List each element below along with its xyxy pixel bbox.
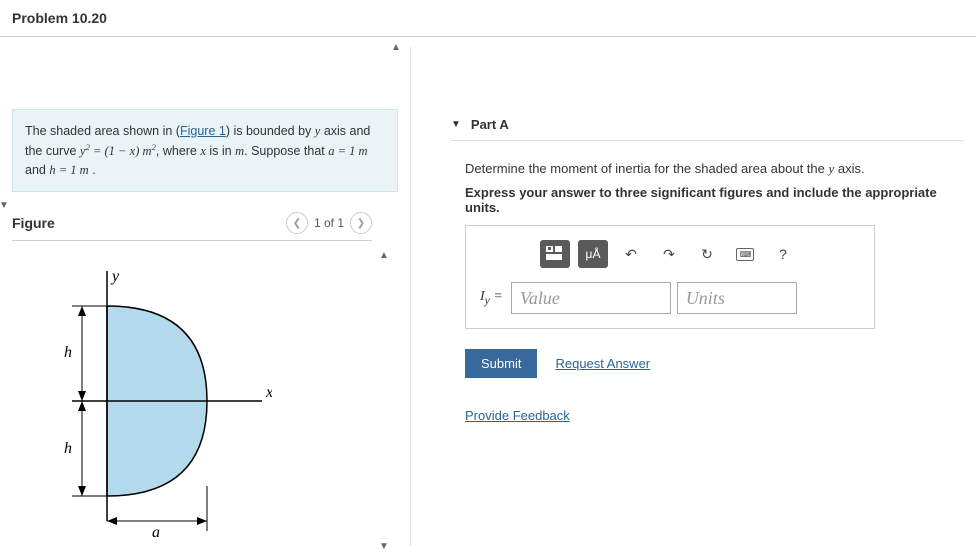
figure-pager: 1 of 1 <box>314 216 344 230</box>
keyboard-button[interactable]: ⌨ <box>730 240 760 268</box>
figure-header: Figure ❮ 1 of 1 ❯ <box>12 212 372 241</box>
figure-link[interactable]: Figure 1 <box>180 124 226 138</box>
answer-panel: μÅ ↶ ↷ ↻ ⌨ ? Iy = Value Units <box>465 225 875 329</box>
text: is in <box>206 144 235 158</box>
units-button[interactable]: μÅ <box>578 240 608 268</box>
dim-h-upper: h <box>64 344 72 361</box>
reset-button[interactable]: ↻ <box>692 240 722 268</box>
figure-scroll-up-icon[interactable]: ▲ <box>376 247 392 263</box>
unit: m <box>235 144 244 158</box>
answer-toolbar: μÅ ↶ ↷ ↻ ⌨ ? <box>480 240 860 268</box>
instruction-2: Express your answer to three significant… <box>465 185 964 215</box>
text: . <box>89 163 96 177</box>
help-button[interactable]: ? <box>768 240 798 268</box>
provide-feedback-link[interactable]: Provide Feedback <box>465 408 570 423</box>
figure-label: Figure <box>12 215 55 231</box>
right-column: ▼ ▼ Part A Determine the moment of inert… <box>411 37 976 556</box>
feedback-row: Provide Feedback <box>465 408 964 423</box>
value-input[interactable]: Value <box>511 282 671 314</box>
instruction-1: Determine the moment of inertia for the … <box>465 161 964 177</box>
text: and <box>25 163 49 177</box>
units-input[interactable]: Units <box>677 282 797 314</box>
problem-statement: The shaded area shown in (Figure 1) is b… <box>12 109 398 192</box>
figure-diagram: y x h h a <box>12 261 398 544</box>
text: ) is bounded by <box>226 124 315 138</box>
figure-nav: ❮ 1 of 1 ❯ <box>286 212 372 234</box>
axis-y-label: y <box>110 268 120 285</box>
part-a-body: Determine the moment of inertia for the … <box>451 141 964 423</box>
redo-button[interactable]: ↷ <box>654 240 684 268</box>
axis-x-label: x <box>265 384 272 401</box>
dim-a: a <box>152 524 160 541</box>
input-row: Iy = Value Units <box>480 282 860 314</box>
cond-h: h = 1 m <box>49 163 88 177</box>
collapse-icon[interactable]: ▼ <box>451 119 461 130</box>
problem-header: Problem 10.20 <box>0 0 976 37</box>
part-a-header[interactable]: ▼ Part A <box>451 109 964 141</box>
diagram-svg: y x h h a <box>12 261 272 541</box>
figure-scroll-down-icon[interactable]: ▼ <box>376 538 392 554</box>
equation: y2 = (1 − x) m2 <box>80 144 156 158</box>
prev-figure-button[interactable]: ❮ <box>286 212 308 234</box>
part-a-label: Part A <box>471 117 509 132</box>
text: The shaded area shown in ( <box>25 124 180 138</box>
variable-label: Iy = <box>480 289 505 307</box>
cond-a: a = 1 m <box>328 144 367 158</box>
next-figure-button[interactable]: ❯ <box>350 212 372 234</box>
scroll-up-icon[interactable]: ▲ <box>388 39 404 55</box>
text: . Suppose that <box>244 144 328 158</box>
submit-button[interactable]: Submit <box>465 349 537 378</box>
undo-button[interactable]: ↶ <box>616 240 646 268</box>
left-column: ▲ The shaded area shown in (Figure 1) is… <box>0 37 410 556</box>
request-answer-link[interactable]: Request Answer <box>555 356 650 371</box>
problem-title: Problem 10.20 <box>12 10 964 26</box>
submit-row: Submit Request Answer <box>465 349 964 378</box>
dim-h-lower: h <box>64 440 72 457</box>
template-picker-button[interactable] <box>540 240 570 268</box>
content-area: ▲ The shaded area shown in (Figure 1) is… <box>0 37 976 556</box>
left-scroll-down-icon[interactable]: ▼ <box>0 197 12 213</box>
text: , where <box>156 144 200 158</box>
